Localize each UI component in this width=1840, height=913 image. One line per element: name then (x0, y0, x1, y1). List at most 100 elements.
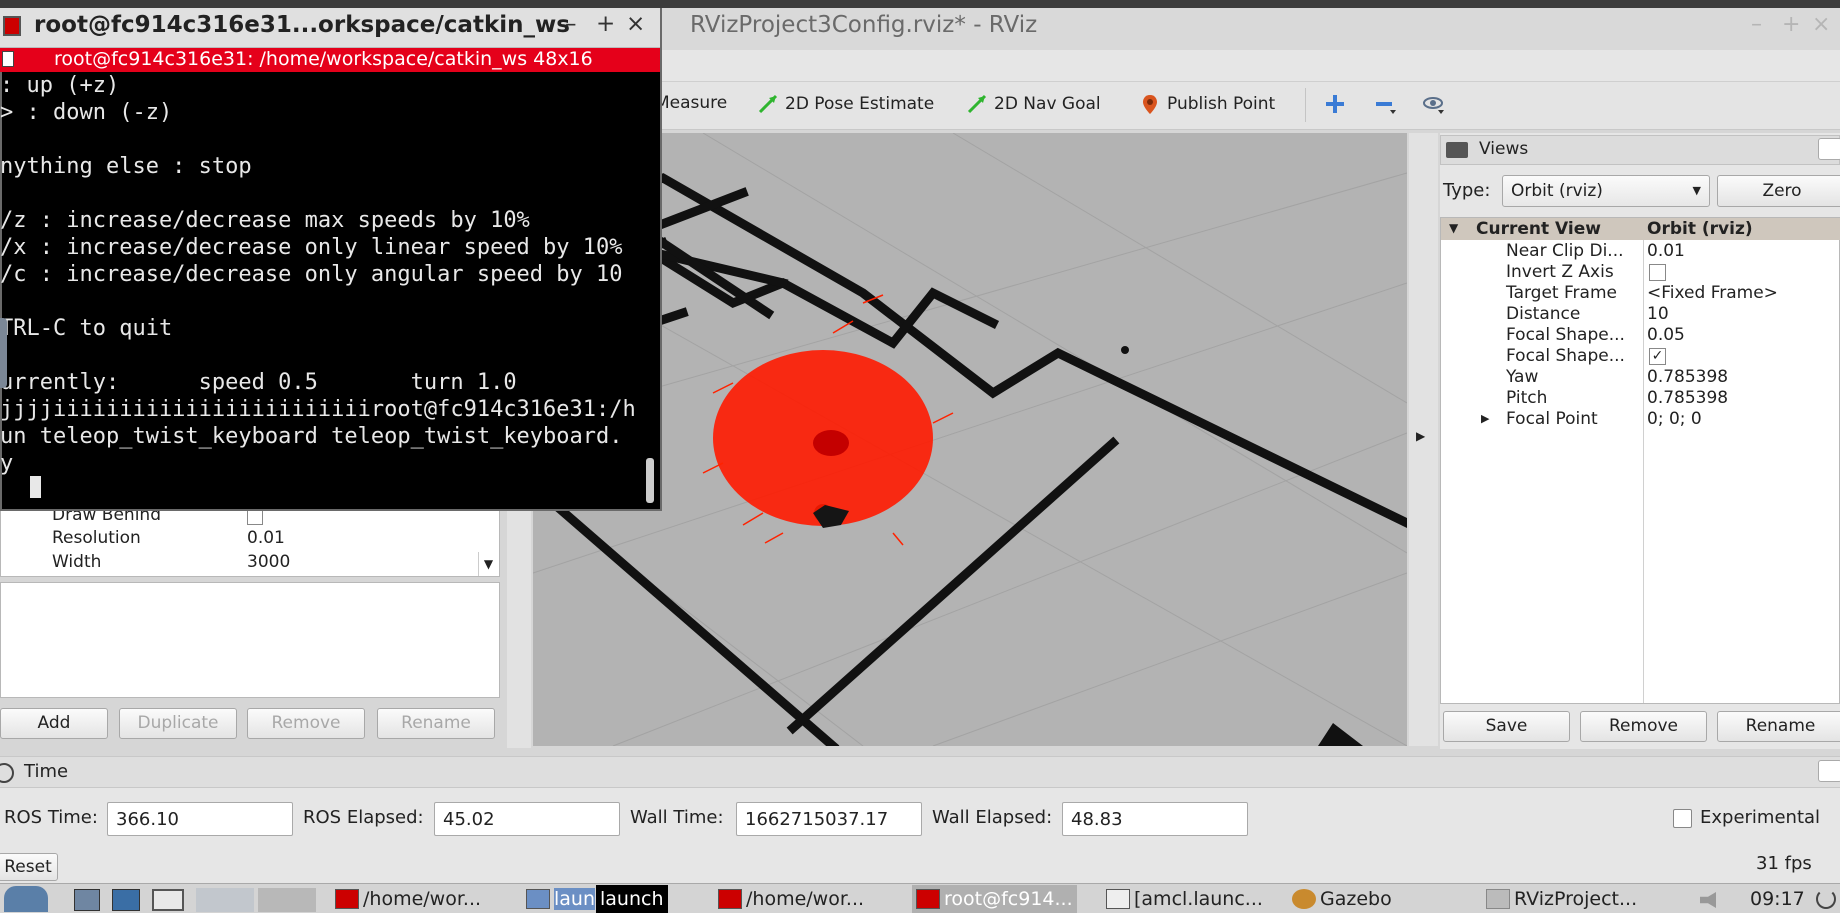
toolbar-separator (1305, 88, 1306, 122)
taskbar-item[interactable]: /home/wor... (718, 885, 864, 913)
taskbar-item-active[interactable]: launch (596, 885, 668, 913)
desktop-pager-2[interactable] (258, 888, 316, 912)
wall-elapsed-label: Wall Elapsed: (932, 807, 1053, 828)
pose-estimate-tool[interactable]: 2D Pose Estimate (757, 93, 934, 115)
rename-view-button[interactable]: Rename (1717, 711, 1840, 742)
focal-shape-size-value[interactable]: 0.05 (1647, 325, 1685, 346)
nav-goal-label: 2D Nav Goal (994, 94, 1101, 114)
power-icon[interactable] (1816, 889, 1836, 909)
browser-launcher-icon[interactable] (152, 889, 184, 911)
nav-goal-tool[interactable]: 2D Nav Goal (966, 93, 1101, 115)
taskbar-item[interactable]: laun (526, 885, 596, 913)
chevron-right-icon[interactable]: ▶ (1481, 412, 1489, 425)
focal-shape-fixed-checkbox[interactable]: ✓ (1649, 348, 1666, 365)
terminal-maximize[interactable]: + (596, 11, 615, 37)
yaw-value[interactable]: 0.785398 (1647, 367, 1728, 388)
plus-icon (1326, 95, 1344, 113)
view-options-button[interactable] (1422, 93, 1444, 115)
chevron-right-icon[interactable]: ▶ (1416, 429, 1425, 443)
view-type-value: Orbit (rviz) (1511, 181, 1603, 201)
experimental-checkbox[interactable] (1673, 809, 1692, 828)
time-float-button[interactable] (1818, 760, 1840, 782)
taskbar-item[interactable]: [amcl.launc... (1106, 885, 1263, 913)
map-walls (533, 173, 1407, 746)
zero-button[interactable]: Zero (1717, 175, 1840, 207)
wall-time-field[interactable]: 1662715037.17 (736, 802, 922, 836)
terminal-line: /x : increase/decrease only linear speed… (0, 235, 623, 260)
terminal-line: un teleop_twist_keyboard teleop_twist_ke… (0, 424, 623, 449)
map-render (533, 133, 1407, 746)
taskbar-item-label: laun (554, 888, 596, 910)
desktop-pager-1[interactable] (196, 888, 254, 912)
terminal-app-icon (3, 16, 21, 36)
3d-viewport[interactable] (533, 133, 1407, 746)
terminal-output[interactable]: : up (+z) > : down (-z) nything else : s… (0, 73, 644, 510)
near-clip-value[interactable]: 0.01 (1647, 241, 1685, 262)
invert-z-checkbox[interactable] (1649, 264, 1666, 281)
focal-point-value[interactable]: 0; 0; 0 (1647, 409, 1702, 430)
green-arrow-icon (967, 94, 987, 114)
start-menu-icon[interactable] (4, 886, 48, 912)
view-type-select[interactable]: Orbit (rviz) ▼ (1502, 175, 1710, 207)
views-tree[interactable] (1440, 217, 1840, 704)
current-view-value: Orbit (rviz) (1647, 219, 1753, 239)
draw-behind-checkbox[interactable] (247, 509, 263, 525)
chevron-down-icon[interactable]: ▼ (478, 552, 498, 576)
ros-elapsed-label: ROS Elapsed: (303, 807, 424, 828)
views-title: Views (1479, 139, 1529, 159)
chevron-down-icon[interactable]: ▼ (1449, 221, 1458, 235)
wall-time-label: Wall Time: (630, 807, 724, 828)
ros-elapsed-field[interactable]: 45.02 (434, 802, 620, 836)
scrollbar-thumb[interactable] (646, 458, 654, 503)
distance-value[interactable]: 10 (1647, 304, 1669, 325)
close-button[interactable]: × (1812, 12, 1830, 37)
chevron-down-icon: ▼ (1692, 184, 1701, 197)
taskbar-item[interactable]: root@fc914... (912, 885, 1077, 913)
terminal-close[interactable]: × (626, 11, 645, 37)
measure-tool[interactable]: Measure (655, 93, 727, 113)
wall-elapsed-field[interactable]: 48.83 (1062, 802, 1248, 836)
save-view-button[interactable]: Save (1443, 711, 1570, 742)
terminal-icon (916, 889, 940, 909)
target-frame-value[interactable]: <Fixed Frame> (1647, 283, 1778, 304)
terminal-line: jjjjiiiiiiiiiiiiiiiiiiiiiiiiroot@fc914c3… (0, 397, 636, 422)
remove-tool-button[interactable] (1374, 93, 1396, 115)
terminal-tab[interactable]: root@fc914c316e31: /home/workspace/catki… (0, 48, 660, 72)
robot-pose (813, 430, 849, 456)
time-panel-title: Time (24, 761, 69, 782)
taskbar-item[interactable]: RVizProject... (1486, 885, 1637, 913)
file-manager-icon[interactable] (74, 889, 100, 911)
taskbar-item[interactable]: /home/wor... (335, 885, 481, 913)
terminal-line: urrently: speed 0.5 turn 1.0 (0, 370, 517, 395)
minimize-button[interactable]: – (1751, 12, 1762, 37)
map-obstacle (1121, 346, 1129, 354)
add-display-button[interactable]: Add (0, 708, 108, 739)
terminal-scrollbar[interactable] (642, 73, 660, 509)
panel-float-button[interactable] (1818, 138, 1840, 160)
terminal-minimize[interactable]: – (565, 11, 577, 37)
rename-display-button[interactable]: Rename (377, 708, 495, 739)
taskbar-item-label: /home/wor... (746, 888, 865, 910)
measure-label: Measure (655, 93, 728, 113)
add-tool-button[interactable] (1324, 93, 1346, 115)
taskbar-item[interactable]: Gazebo (1292, 885, 1392, 913)
maximize-button[interactable]: + (1782, 12, 1800, 37)
duplicate-button[interactable]: Duplicate (119, 708, 237, 739)
rviz-window-title: RVizProject3Config.rviz* - RViz (690, 12, 1038, 38)
property-row[interactable]: Resolution 0.01 (0, 528, 480, 552)
type-label: Type: (1443, 180, 1491, 201)
remove-display-button[interactable]: Remove (247, 708, 365, 739)
side-panel-handle[interactable] (0, 318, 7, 388)
remove-view-button[interactable]: Remove (1580, 711, 1707, 742)
time-panel-header (0, 756, 1840, 788)
ros-time-field[interactable]: 366.10 (107, 802, 293, 836)
property-row[interactable]: Width 3000 (0, 552, 480, 576)
viewport-splitter[interactable]: ▶ (1409, 133, 1438, 746)
publish-point-tool[interactable]: Publish Point (1139, 93, 1275, 115)
pitch-value[interactable]: 0.785398 (1647, 388, 1728, 409)
reset-button[interactable]: Reset (0, 853, 58, 881)
terminal-line: /c : increase/decrease only angular spee… (0, 262, 623, 287)
property-key: Width (52, 552, 102, 572)
terminal-launcher-icon[interactable] (112, 889, 140, 911)
fps-counter: 31 fps (1756, 853, 1812, 874)
